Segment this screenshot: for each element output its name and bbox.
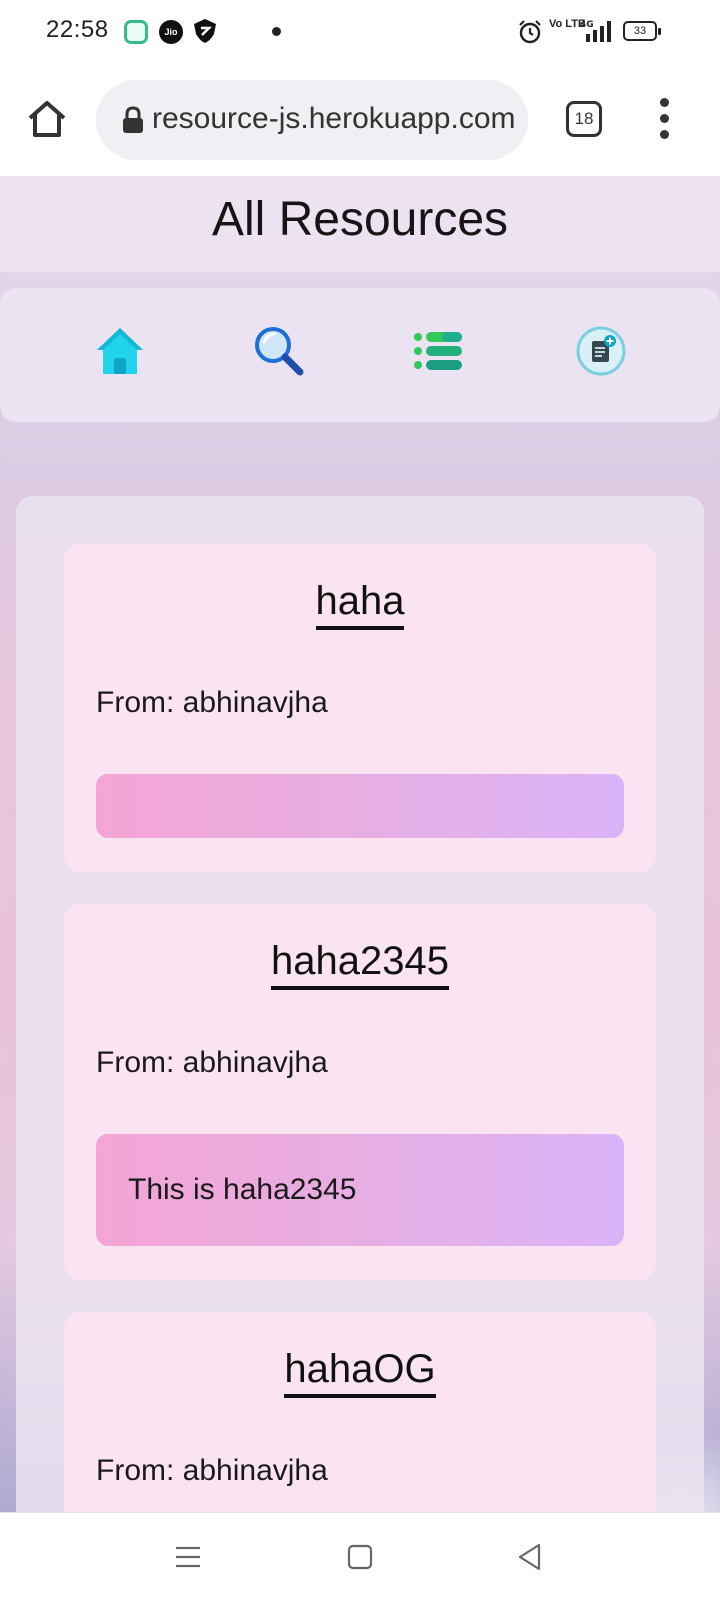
resource-card[interactable]: haha2345 From: abhinavjha This is haha234…: [64, 904, 656, 1280]
resource-title[interactable]: hahaOG: [64, 1346, 656, 1398]
app-nav-bar: [0, 288, 720, 422]
resource-body: [96, 774, 624, 838]
url-text: resource-js.herokuapp.com: [152, 102, 516, 135]
back-icon[interactable]: [512, 1539, 548, 1575]
system-nav-bar: [0, 1512, 720, 1600]
system-home-icon[interactable]: [342, 1539, 378, 1575]
browser-home-icon[interactable]: [26, 98, 68, 140]
search-icon[interactable]: [252, 324, 306, 378]
signal-icon: 4G: [580, 20, 611, 42]
page-content: All Resources haha From: abhinavjha haha…: [0, 176, 720, 1512]
home-icon[interactable]: [93, 324, 147, 378]
list-icon[interactable]: [412, 324, 466, 378]
resource-title[interactable]: haha: [64, 578, 656, 630]
shield-icon: [194, 19, 216, 43]
lock-icon: [123, 106, 143, 133]
alarm-icon: [519, 20, 541, 44]
battery-icon: 33: [623, 21, 661, 41]
network-type: 4G: [580, 20, 594, 30]
page-header: All Resources: [0, 176, 720, 272]
tab-switcher-button[interactable]: 18: [566, 101, 602, 137]
resource-card[interactable]: haha From: abhinavjha: [64, 544, 656, 872]
jio-icon: Jio: [159, 20, 183, 44]
resource-author: From: abhinavjha: [96, 1454, 328, 1487]
resources-list: haha From: abhinavjha haha2345 From: abhin…: [16, 496, 704, 1512]
add-note-icon[interactable]: [574, 324, 628, 378]
resource-card[interactable]: hahaOG From: abhinavjha: [64, 1312, 656, 1512]
recent-apps-icon[interactable]: [170, 1539, 206, 1575]
app-notification-icon: [124, 20, 148, 44]
browser-menu-icon[interactable]: [652, 98, 676, 142]
resource-author: From: abhinavjha: [96, 686, 328, 719]
status-bar: 22:58 Jio Vo LTE 4G 33: [0, 0, 720, 64]
resource-title[interactable]: haha2345: [64, 938, 656, 990]
status-time: 22:58: [46, 16, 109, 43]
more-notifications-dot: [272, 27, 281, 36]
resource-author: From: abhinavjha: [96, 1046, 328, 1079]
resource-body: This is haha2345: [96, 1134, 624, 1246]
browser-toolbar: resource-js.herokuapp.com 18: [0, 64, 720, 176]
page-title: All Resources: [211, 193, 509, 246]
address-bar[interactable]: resource-js.herokuapp.com: [96, 80, 528, 160]
